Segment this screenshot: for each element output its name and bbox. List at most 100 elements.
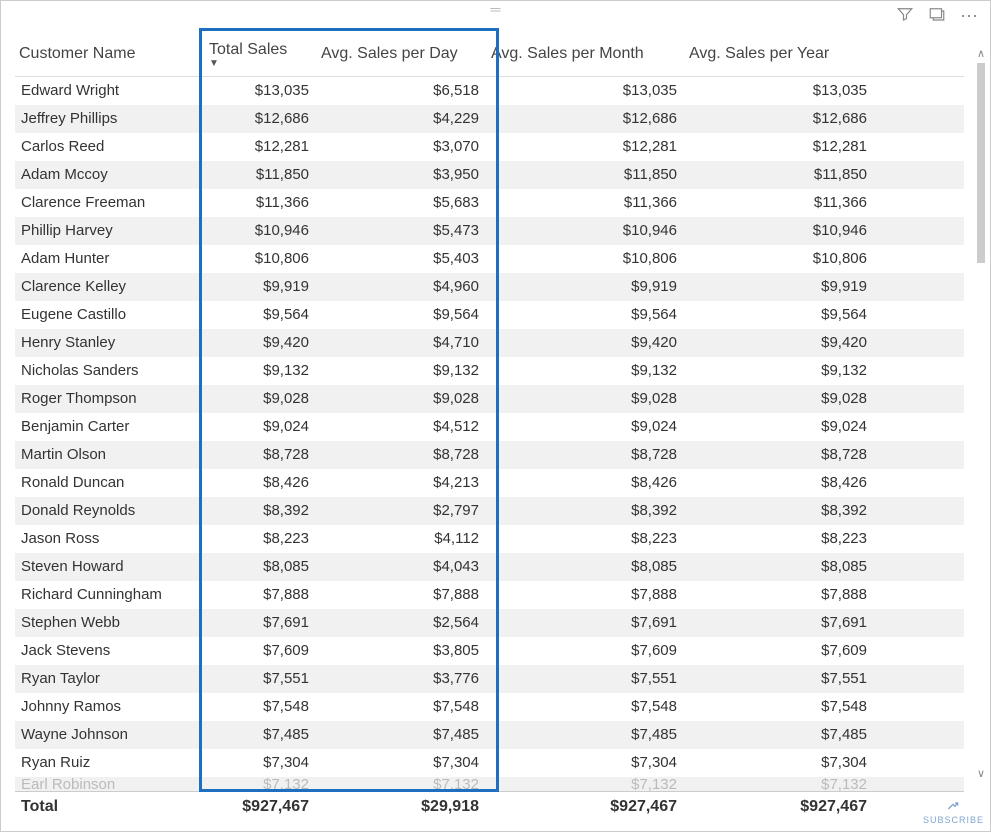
table-row[interactable]: Ronald Duncan$8,426$4,213$8,426$8,426: [15, 469, 964, 497]
table-row[interactable]: Ryan Ruiz$7,304$7,304$7,304$7,304: [15, 749, 964, 777]
scroll-up-arrow-icon[interactable]: ∧: [974, 47, 988, 61]
avg-year-cell: $11,366: [685, 192, 875, 213]
table-row[interactable]: Richard Cunningham$7,888$7,888$7,888$7,8…: [15, 581, 964, 609]
total-sales-cell: $7,132: [205, 777, 317, 791]
table-row[interactable]: Earl Robinson$7,132$7,132$7,132$7,132: [15, 777, 964, 791]
avg-year-cell: $9,564: [685, 304, 875, 325]
table-row[interactable]: Donald Reynolds$8,392$2,797$8,392$8,392: [15, 497, 964, 525]
avg-day-cell: $6,518: [317, 80, 487, 101]
totals-avg-month: $927,467: [487, 796, 685, 818]
avg-year-cell: $12,281: [685, 136, 875, 157]
subscribe-watermark: SUBSCRIBE: [923, 799, 984, 825]
avg-year-cell: $7,888: [685, 584, 875, 605]
avg-year-cell: $8,223: [685, 528, 875, 549]
total-sales-cell: $7,888: [205, 584, 317, 605]
avg-day-cell: $7,132: [317, 777, 487, 791]
avg-year-cell: $7,548: [685, 696, 875, 717]
table-row[interactable]: Phillip Harvey$10,946$5,473$10,946$10,94…: [15, 217, 964, 245]
vertical-scrollbar[interactable]: ∧ ∨: [974, 47, 988, 781]
column-header-avg-per-day[interactable]: Avg. Sales per Day: [317, 39, 487, 69]
avg-day-cell: $5,403: [317, 248, 487, 269]
table-totals-row: Total $927,467 $29,918 $927,467 $927,467: [15, 791, 964, 821]
customer-name-cell: Eugene Castillo: [15, 304, 205, 325]
table-row[interactable]: Henry Stanley$9,420$4,710$9,420$9,420: [15, 329, 964, 357]
total-sales-cell: $8,085: [205, 556, 317, 577]
total-sales-cell: $10,806: [205, 248, 317, 269]
customer-name-cell: Adam Mccoy: [15, 164, 205, 185]
total-sales-cell: $9,564: [205, 304, 317, 325]
customer-name-cell: Martin Olson: [15, 444, 205, 465]
customer-name-cell: Benjamin Carter: [15, 416, 205, 437]
table-row[interactable]: Nicholas Sanders$9,132$9,132$9,132$9,132: [15, 357, 964, 385]
avg-day-cell: $4,112: [317, 528, 487, 549]
focus-mode-icon[interactable]: [928, 5, 946, 27]
table-row[interactable]: Roger Thompson$9,028$9,028$9,028$9,028: [15, 385, 964, 413]
total-sales-cell: $8,426: [205, 472, 317, 493]
table-row[interactable]: Carlos Reed$12,281$3,070$12,281$12,281: [15, 133, 964, 161]
avg-month-cell: $9,564: [487, 304, 685, 325]
avg-year-cell: $9,024: [685, 416, 875, 437]
table-row[interactable]: Jeffrey Phillips$12,686$4,229$12,686$12,…: [15, 105, 964, 133]
avg-year-cell: $8,085: [685, 556, 875, 577]
avg-month-cell: $10,806: [487, 248, 685, 269]
avg-year-cell: $10,806: [685, 248, 875, 269]
avg-month-cell: $7,548: [487, 696, 685, 717]
table-row[interactable]: Martin Olson$8,728$8,728$8,728$8,728: [15, 441, 964, 469]
customer-name-cell: Phillip Harvey: [15, 220, 205, 241]
avg-month-cell: $7,551: [487, 668, 685, 689]
column-header-avg-per-month[interactable]: Avg. Sales per Month: [487, 39, 685, 69]
table-visual: ═ ⋯ Customer Name Total Sales ▼ Avg. Sal…: [0, 0, 991, 832]
column-header-customer-name[interactable]: Customer Name: [15, 39, 205, 69]
avg-month-cell: $7,132: [487, 777, 685, 791]
avg-month-cell: $10,946: [487, 220, 685, 241]
column-header-total-sales[interactable]: Total Sales ▼: [205, 35, 317, 73]
table-row[interactable]: Ryan Taylor$7,551$3,776$7,551$7,551: [15, 665, 964, 693]
table-row[interactable]: Johnny Ramos$7,548$7,548$7,548$7,548: [15, 693, 964, 721]
table-row[interactable]: Benjamin Carter$9,024$4,512$9,024$9,024: [15, 413, 964, 441]
more-options-icon[interactable]: ⋯: [960, 7, 980, 25]
table-row[interactable]: Clarence Kelley$9,919$4,960$9,919$9,919: [15, 273, 964, 301]
customer-name-cell: Jason Ross: [15, 528, 205, 549]
scroll-thumb[interactable]: [977, 63, 985, 263]
filter-icon[interactable]: [896, 5, 914, 27]
table-row[interactable]: Adam Mccoy$11,850$3,950$11,850$11,850: [15, 161, 964, 189]
avg-year-cell: $7,609: [685, 640, 875, 661]
table-row[interactable]: Jason Ross$8,223$4,112$8,223$8,223: [15, 525, 964, 553]
table-row[interactable]: Eugene Castillo$9,564$9,564$9,564$9,564: [15, 301, 964, 329]
avg-year-cell: $7,304: [685, 752, 875, 773]
avg-day-cell: $7,548: [317, 696, 487, 717]
customer-name-cell: Henry Stanley: [15, 332, 205, 353]
table-row[interactable]: Edward Wright$13,035$6,518$13,035$13,035: [15, 77, 964, 105]
drag-handle-icon[interactable]: ═: [491, 2, 501, 16]
total-sales-cell: $9,919: [205, 276, 317, 297]
avg-month-cell: $13,035: [487, 80, 685, 101]
table-row[interactable]: Clarence Freeman$11,366$5,683$11,366$11,…: [15, 189, 964, 217]
customer-name-cell: Edward Wright: [15, 80, 205, 101]
avg-year-cell: $9,132: [685, 360, 875, 381]
avg-month-cell: $8,223: [487, 528, 685, 549]
avg-day-cell: $2,797: [317, 500, 487, 521]
avg-month-cell: $12,686: [487, 108, 685, 129]
totals-avg-day: $29,918: [317, 796, 487, 818]
avg-day-cell: $3,805: [317, 640, 487, 661]
avg-day-cell: $4,229: [317, 108, 487, 129]
scroll-down-arrow-icon[interactable]: ∨: [974, 767, 988, 781]
table-row[interactable]: Jack Stevens$7,609$3,805$7,609$7,609: [15, 637, 964, 665]
table-row[interactable]: Adam Hunter$10,806$5,403$10,806$10,806: [15, 245, 964, 273]
total-sales-cell: $10,946: [205, 220, 317, 241]
customer-name-cell: Earl Robinson: [15, 777, 205, 791]
table-row[interactable]: Wayne Johnson$7,485$7,485$7,485$7,485: [15, 721, 964, 749]
column-header-avg-per-year[interactable]: Avg. Sales per Year: [685, 39, 875, 69]
total-sales-cell: $11,850: [205, 164, 317, 185]
avg-month-cell: $11,366: [487, 192, 685, 213]
customer-name-cell: Ronald Duncan: [15, 472, 205, 493]
avg-month-cell: $7,691: [487, 612, 685, 633]
avg-month-cell: $9,132: [487, 360, 685, 381]
customer-name-cell: Clarence Kelley: [15, 276, 205, 297]
table-row[interactable]: Stephen Webb$7,691$2,564$7,691$7,691: [15, 609, 964, 637]
table-row[interactable]: Steven Howard$8,085$4,043$8,085$8,085: [15, 553, 964, 581]
total-sales-cell: $7,551: [205, 668, 317, 689]
total-sales-cell: $7,691: [205, 612, 317, 633]
avg-month-cell: $8,085: [487, 556, 685, 577]
avg-month-cell: $7,304: [487, 752, 685, 773]
